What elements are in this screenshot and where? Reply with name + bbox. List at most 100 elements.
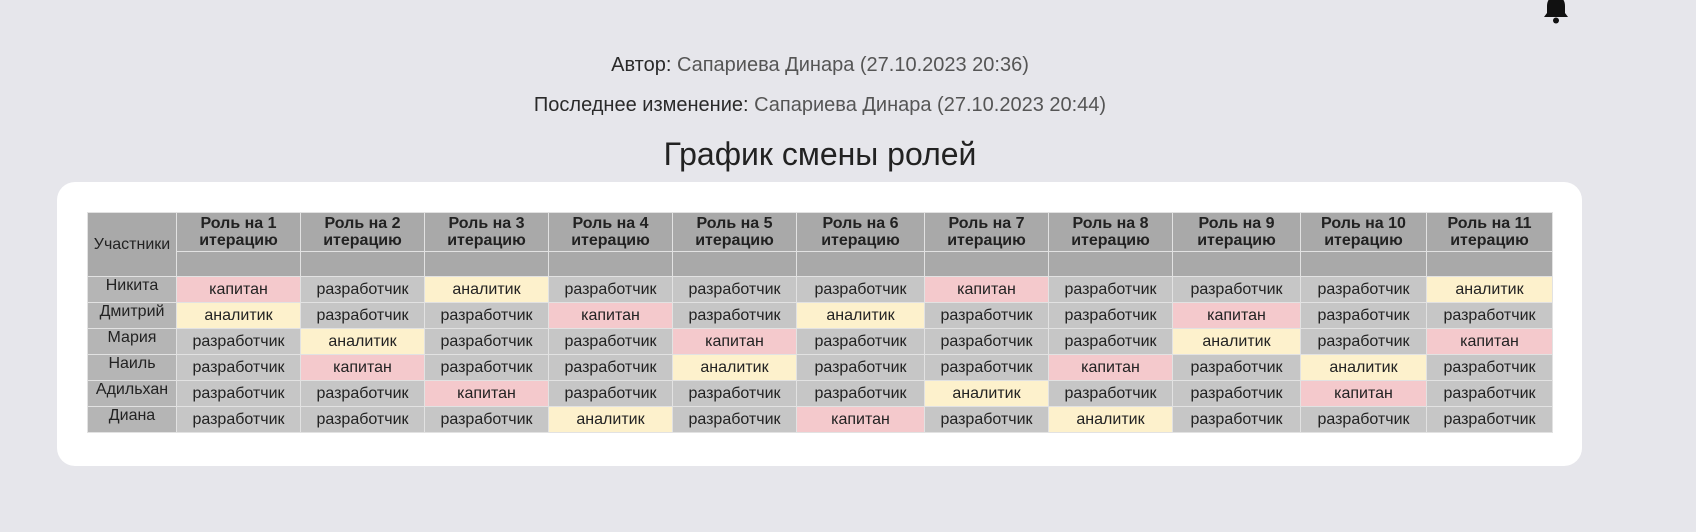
role-cell: разработчик (548, 328, 673, 355)
role-cell: разработчик (548, 354, 673, 381)
role-cell: разработчик (300, 302, 425, 329)
column-header: Роль на 7 итерацию (924, 212, 1049, 252)
role-cell: капитан (1426, 328, 1553, 355)
column-header: Роль на 9 итерацию (1172, 212, 1301, 252)
column-header: Роль на 3 итерацию (424, 212, 549, 252)
modified-value: Сапариева Динара (27.10.2023 20:44) (754, 94, 1107, 116)
role-cell: разработчик (1048, 328, 1173, 355)
role-cell: разработчик (300, 276, 425, 303)
role-cell: разработчик (548, 276, 673, 303)
role-cell: разработчик (1048, 276, 1173, 303)
header-spacer-cell (1426, 251, 1553, 277)
role-cell: разработчик (796, 276, 925, 303)
header-spacer-cell (424, 251, 549, 277)
header-spacer-cell (1048, 251, 1173, 277)
role-cell: разработчик (1172, 406, 1301, 433)
role-cell: разработчик (924, 406, 1049, 433)
table-row: Мария разработчик аналитик разработчик разра… (87, 328, 1553, 355)
role-cell: разработчик (176, 354, 301, 381)
role-cell: капитан (1048, 354, 1173, 381)
role-cell: капитан (796, 406, 925, 433)
header-spacer-cell (548, 251, 673, 277)
header-spacer-cell (300, 251, 425, 277)
role-cell: аналитик (1300, 354, 1427, 381)
role-cell: аналитик (1048, 406, 1173, 433)
role-cell: разработчик (300, 406, 425, 433)
role-cell: аналитик (924, 380, 1049, 407)
participant-name: Мария (87, 328, 177, 355)
column-header: Роль на 8 итерацию (1048, 212, 1173, 252)
participants-header: Участники (87, 212, 177, 277)
role-cell: аналитик (300, 328, 425, 355)
header-spacer-cell (1172, 251, 1301, 277)
role-cell: аналитик (424, 276, 549, 303)
role-cell: капитан (1300, 380, 1427, 407)
role-cell: капитан (1172, 302, 1301, 329)
participant-name: Адильхан (87, 380, 177, 407)
role-cell: капитан (300, 354, 425, 381)
role-cell: разработчик (1048, 302, 1173, 329)
header-spacer-row (88, 251, 1553, 277)
author-value: Сапариева Динара (27.10.2023 20:36) (676, 54, 1029, 76)
table-row: Диана разработчик разработчик разработчик ан… (87, 406, 1553, 433)
role-cell: капитан (672, 328, 797, 355)
role-cell: капитан (548, 302, 673, 329)
role-cell: разработчик (176, 380, 301, 407)
role-cell: разработчик (1048, 380, 1173, 407)
author-info: Автор: Сапариева Динара (27.10.2023 20:3… (0, 54, 1640, 77)
roles-table: Участники Роль на 1 итерацию Роль на 2 и… (87, 212, 1553, 433)
participant-name: Диана (87, 406, 177, 433)
table-row: Адильхан разработчик разработчик капитан раз… (87, 380, 1553, 407)
table-row: Наиль разработчик капитан разработчик разраб… (87, 354, 1553, 381)
participant-name: Никита (87, 276, 177, 303)
role-cell: разработчик (672, 380, 797, 407)
role-cell: капитан (424, 380, 549, 407)
role-cell: разработчик (672, 302, 797, 329)
role-cell: аналитик (672, 354, 797, 381)
role-cell: аналитик (548, 406, 673, 433)
column-header: Роль на 10 итерацию (1300, 212, 1427, 252)
table-header-row: Участники Роль на 1 итерацию Роль на 2 и… (87, 212, 1553, 277)
role-cell: разработчик (796, 328, 925, 355)
role-cell: аналитик (1426, 276, 1553, 303)
role-cell: разработчик (1426, 380, 1553, 407)
role-cell: разработчик (424, 328, 549, 355)
role-cell: разработчик (924, 354, 1049, 381)
role-cell: разработчик (424, 302, 549, 329)
bell-icon[interactable] (1542, 0, 1570, 24)
role-cell: разработчик (424, 354, 549, 381)
participant-name: Дмитрий (87, 302, 177, 329)
role-cell: разработчик (548, 380, 673, 407)
role-cell: капитан (924, 276, 1049, 303)
header-spacer-cell (1300, 251, 1427, 277)
header-spacer-cell (924, 251, 1049, 277)
role-cell: разработчик (1172, 380, 1301, 407)
role-cell: разработчик (1426, 302, 1553, 329)
modified-info: Последнее изменение: Сапариева Динара (2… (0, 94, 1640, 117)
page-title: График смены ролей (663, 136, 977, 172)
role-cell: аналитик (176, 302, 301, 329)
role-cell: разработчик (924, 302, 1049, 329)
column-header: Роль на 6 итерацию (796, 212, 925, 252)
role-cell: разработчик (1300, 406, 1427, 433)
column-header: Роль на 11 итерацию (1426, 212, 1553, 252)
role-cell: разработчик (924, 328, 1049, 355)
role-cell: разработчик (1172, 354, 1301, 381)
column-header: Роль на 5 итерацию (672, 212, 797, 252)
column-header: Роль на 1 итерацию (176, 212, 301, 252)
column-header: Роль на 2 итерацию (300, 212, 425, 252)
role-cell: разработчик (672, 276, 797, 303)
schedule-card: Участники Роль на 1 итерацию Роль на 2 и… (57, 182, 1582, 466)
participant-name: Наиль (87, 354, 177, 381)
author-label: Автор: (611, 54, 672, 76)
table-row: Дмитрий аналитик разработчик разработчик кап… (87, 302, 1553, 329)
role-cell: разработчик (796, 354, 925, 381)
header-spacer-cell (176, 251, 301, 277)
role-cell: разработчик (176, 328, 301, 355)
header-spacer-cell (672, 251, 797, 277)
column-header: Роль на 4 итерацию (548, 212, 673, 252)
role-cell: разработчик (300, 380, 425, 407)
roles-table-body: Никита капитан разработчик аналитик разработ… (87, 276, 1553, 433)
header-spacer-cell (796, 251, 925, 277)
role-cell: аналитик (1172, 328, 1301, 355)
